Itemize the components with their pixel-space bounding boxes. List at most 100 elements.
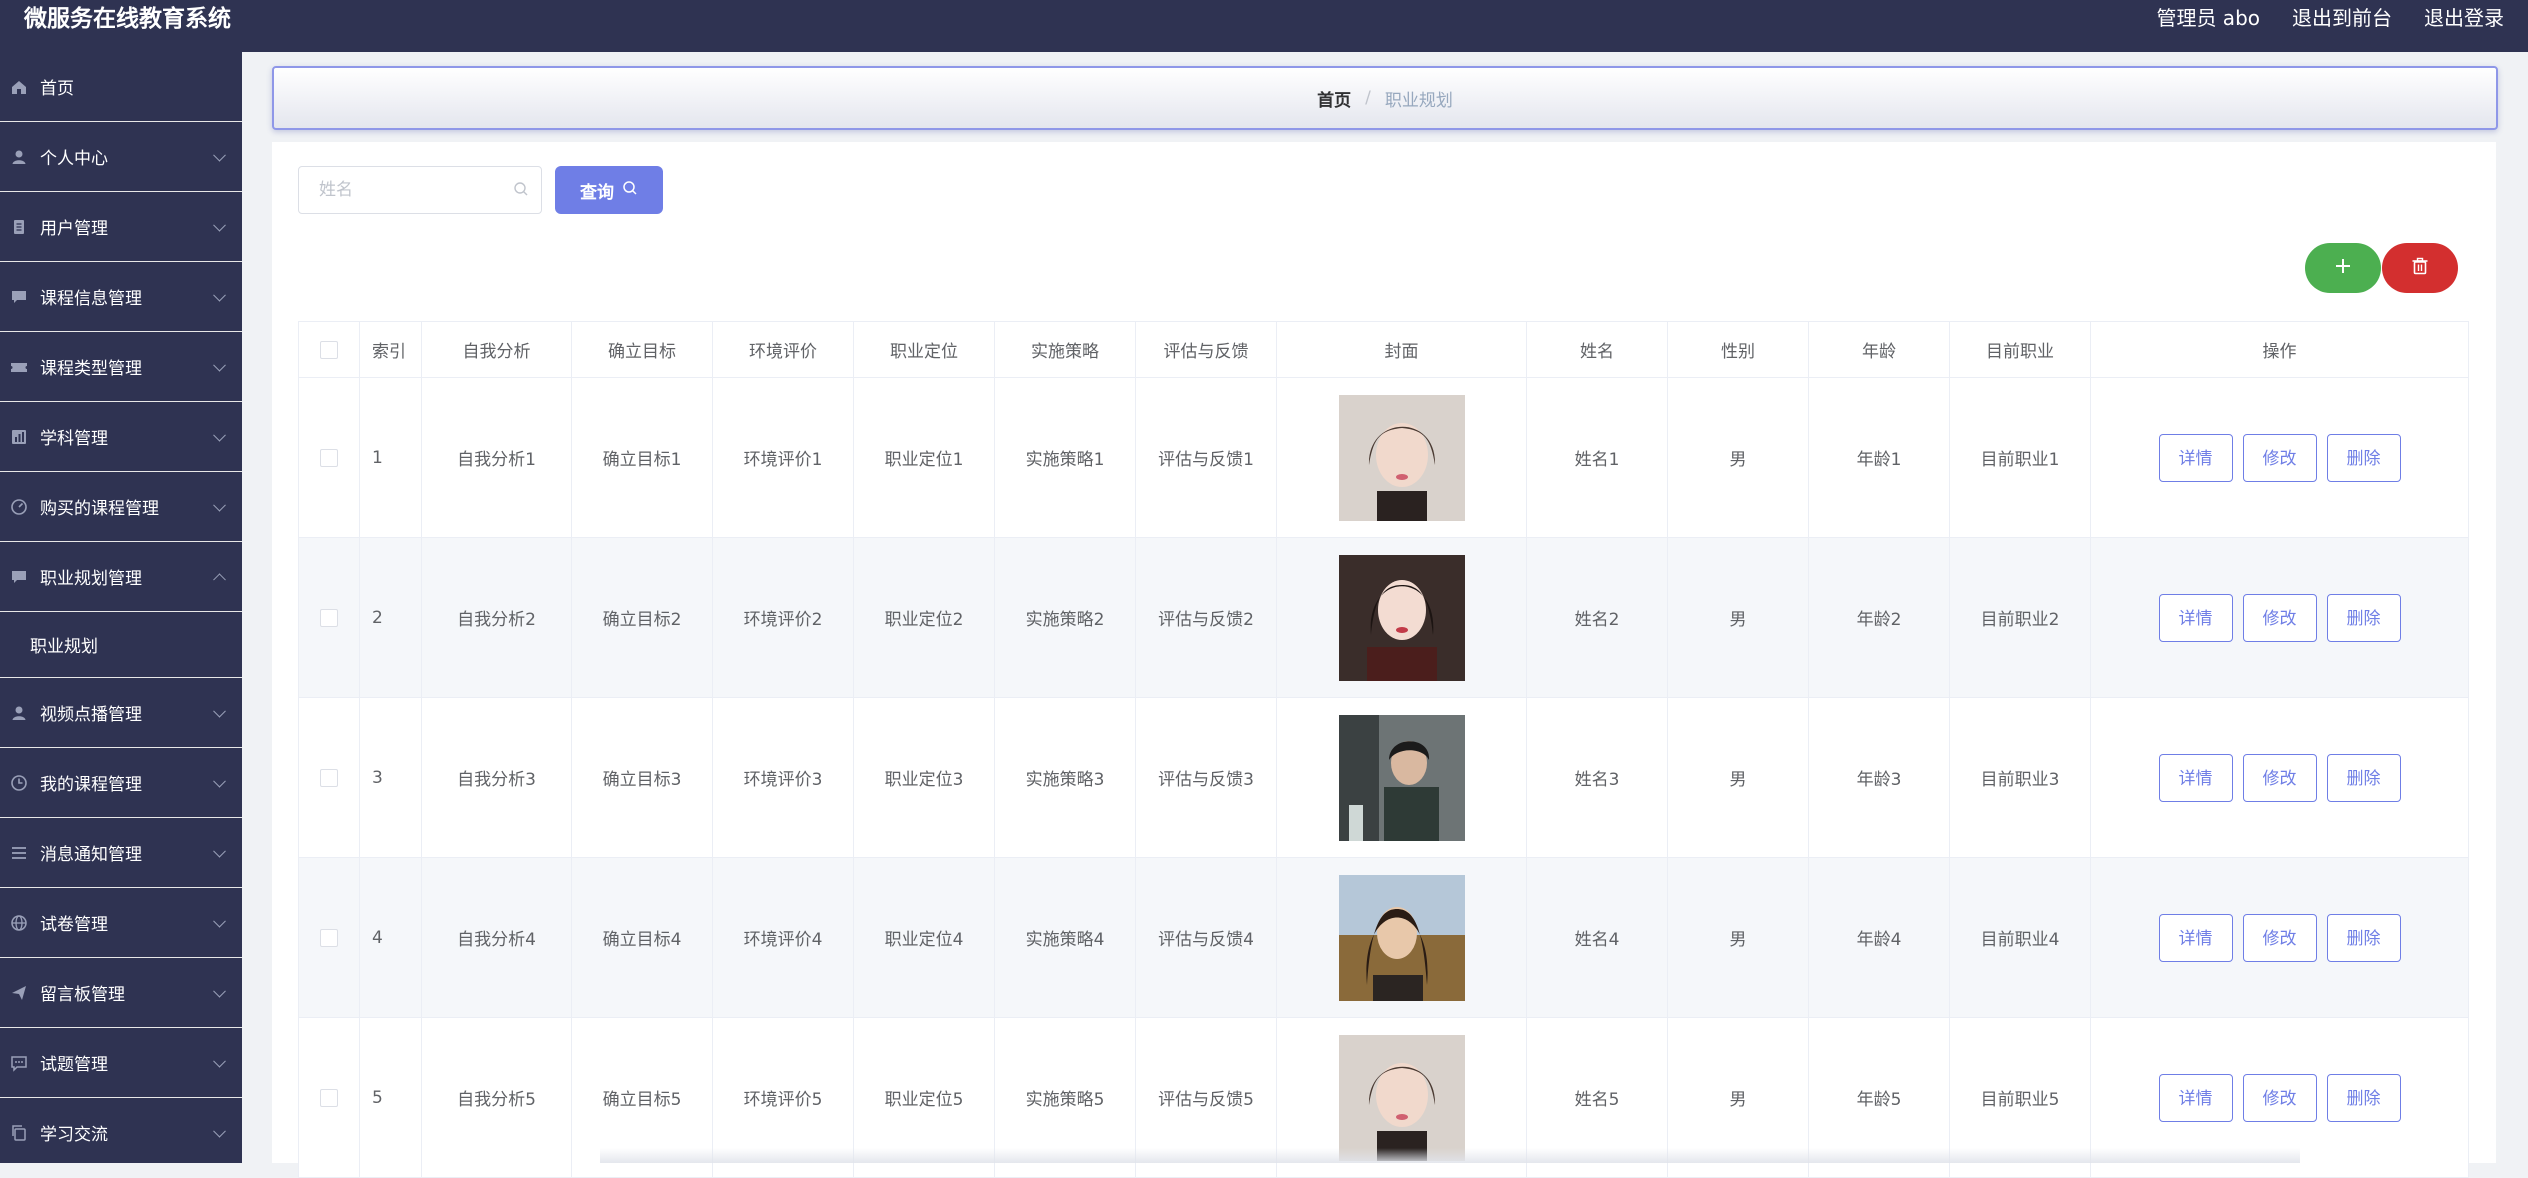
header-select-all[interactable] (298, 321, 360, 378)
row-select-cell[interactable] (298, 537, 360, 698)
query-button[interactable]: 查询 (555, 166, 663, 214)
column-header: 索引 (359, 321, 422, 378)
cell-self-analysis: 自我分析4 (421, 857, 572, 1018)
sidebar-item-label: 职业规划管理 (40, 569, 142, 589)
sidebar-item-2[interactable]: 用户管理 (0, 192, 242, 262)
sidebar-item-label: 视频点播管理 (40, 705, 142, 725)
column-header: 实施策略 (994, 321, 1136, 378)
search-field (298, 166, 542, 214)
row-index: 5 (359, 1017, 422, 1178)
row-checkbox[interactable] (320, 768, 338, 787)
sidebar-item-label: 试卷管理 (40, 915, 108, 935)
sidebar-item-3[interactable]: 课程信息管理 (0, 262, 242, 332)
edit-button[interactable]: 修改 (2242, 433, 2317, 482)
cover-image (1338, 394, 1465, 521)
sidebar-item-5[interactable]: 学科管理 (0, 402, 242, 472)
sidebar-item-label: 学科管理 (40, 429, 108, 449)
delete-row-button[interactable]: 删除 (2326, 913, 2401, 962)
cell-age: 年龄1 (1808, 377, 1950, 538)
copy-icon (10, 1124, 28, 1142)
table-row: 2 自我分析2 确立目标2 环境评价2 职业定位2 实施策略2 评估与反馈2 姓名2 男年龄2 目… (298, 537, 2469, 698)
edit-button[interactable]: 修改 (2242, 1073, 2317, 1122)
row-checkbox[interactable] (320, 448, 338, 467)
sidebar-item-12[interactable]: 试卷管理 (0, 888, 242, 958)
row-checkbox[interactable] (320, 928, 338, 947)
delete-row-button[interactable]: 删除 (2326, 433, 2401, 482)
chevron-down-icon (213, 1124, 226, 1138)
table-row: 1 自我分析1 确立目标1 环境评价1 职业定位1 实施策略1 评估与反馈1 姓名1 男年龄1 目… (298, 377, 2469, 538)
sidebar-item-13[interactable]: 留言板管理 (0, 958, 242, 1028)
row-checkbox[interactable] (320, 608, 338, 627)
detail-button[interactable]: 详情 (2158, 1073, 2233, 1122)
table-header-row: 索引 自我分析 确立目标 环境评价 职业定位 实施策略 评估与反馈 封面 姓名 … (298, 321, 2469, 378)
delete-row-button[interactable]: 删除 (2326, 753, 2401, 802)
chevron-down-icon (213, 774, 226, 788)
send-icon (10, 984, 28, 1002)
row-index: 1 (359, 377, 422, 538)
select-all-checkbox[interactable] (320, 340, 338, 359)
logout-link[interactable]: 退出登录 (2424, 2, 2504, 31)
column-header: 操作 (2090, 321, 2469, 378)
globe-icon (10, 914, 28, 932)
sidebar-subitem-label: 职业规划 (30, 637, 98, 657)
cell-environment: 环境评价2 (712, 537, 854, 698)
row-select-cell[interactable] (298, 1017, 360, 1178)
sidebar-item-4[interactable]: 课程类型管理 (0, 332, 242, 402)
chevron-down-icon (213, 498, 226, 512)
cover-image (1338, 554, 1465, 681)
cell-positioning: 职业定位2 (853, 537, 995, 698)
detail-button[interactable]: 详情 (2158, 913, 2233, 962)
sidebar-item-7[interactable]: 职业规划管理 (0, 542, 242, 612)
sidebar-item-10[interactable]: 我的课程管理 (0, 748, 242, 818)
delete-row-button[interactable]: 删除 (2326, 1073, 2401, 1122)
cell-goal: 确立目标4 (571, 857, 713, 1018)
column-header: 姓名 (1526, 321, 1668, 378)
exit-to-front-link[interactable]: 退出到前台 (2292, 2, 2392, 31)
sidebar-item-11[interactable]: 消息通知管理 (0, 818, 242, 888)
sidebar-item-9[interactable]: 视频点播管理 (0, 678, 242, 748)
row-select-cell[interactable] (298, 697, 360, 858)
breadcrumb-home[interactable]: 首页 (1317, 86, 1351, 111)
sidebar-item-6[interactable]: 购买的课程管理 (0, 472, 242, 542)
chevron-down-icon (213, 704, 226, 718)
delete-row-button[interactable]: 删除 (2326, 593, 2401, 642)
sidebar-item-label: 学习交流 (40, 1125, 108, 1145)
detail-button[interactable]: 详情 (2158, 753, 2233, 802)
cell-occupation: 目前职业3 (1949, 697, 2091, 858)
cell-actions: 详情 修改 删除 (2090, 377, 2469, 538)
detail-button[interactable]: 详情 (2158, 593, 2233, 642)
batch-delete-button[interactable] (2382, 243, 2458, 293)
edit-button[interactable]: 修改 (2242, 593, 2317, 642)
user-icon (10, 148, 28, 166)
sidebar-subitem-career-plan[interactable]: 职业规划 (0, 612, 242, 678)
sidebar-item-1[interactable]: 个人中心 (0, 122, 242, 192)
sidebar-item-label: 留言板管理 (40, 985, 125, 1005)
cell-strategy: 实施策略4 (994, 857, 1136, 1018)
chat-icon (10, 288, 28, 306)
detail-button[interactable]: 详情 (2158, 433, 2233, 482)
add-button[interactable] (2305, 243, 2381, 293)
name-search-input[interactable] (317, 167, 511, 213)
edit-button[interactable]: 修改 (2242, 913, 2317, 962)
chevron-down-icon (213, 984, 226, 998)
cell-occupation: 目前职业1 (1949, 377, 2091, 538)
cell-strategy: 实施策略1 (994, 377, 1136, 538)
sidebar-item-14[interactable]: 试题管理 (0, 1028, 242, 1098)
row-checkbox[interactable] (320, 1088, 338, 1107)
cell-name: 姓名1 (1526, 377, 1668, 538)
trash-icon (2410, 256, 2430, 280)
row-select-cell[interactable] (298, 377, 360, 538)
cell-occupation: 目前职业2 (1949, 537, 2091, 698)
cell-actions: 详情 修改 删除 (2090, 697, 2469, 858)
row-select-cell[interactable] (298, 857, 360, 1018)
row-index: 4 (359, 857, 422, 1018)
cell-feedback: 评估与反馈1 (1135, 377, 1277, 538)
sidebar-item-15[interactable]: 学习交流 (0, 1098, 242, 1163)
cell-goal: 确立目标2 (571, 537, 713, 698)
cell-strategy: 实施策略2 (994, 537, 1136, 698)
breadcrumb: 首页 / 职业规划 (272, 66, 2498, 130)
chevron-down-icon (213, 1054, 226, 1068)
edit-button[interactable]: 修改 (2242, 753, 2317, 802)
column-header: 职业定位 (853, 321, 995, 378)
sidebar-item-0[interactable]: 首页 (0, 52, 242, 122)
